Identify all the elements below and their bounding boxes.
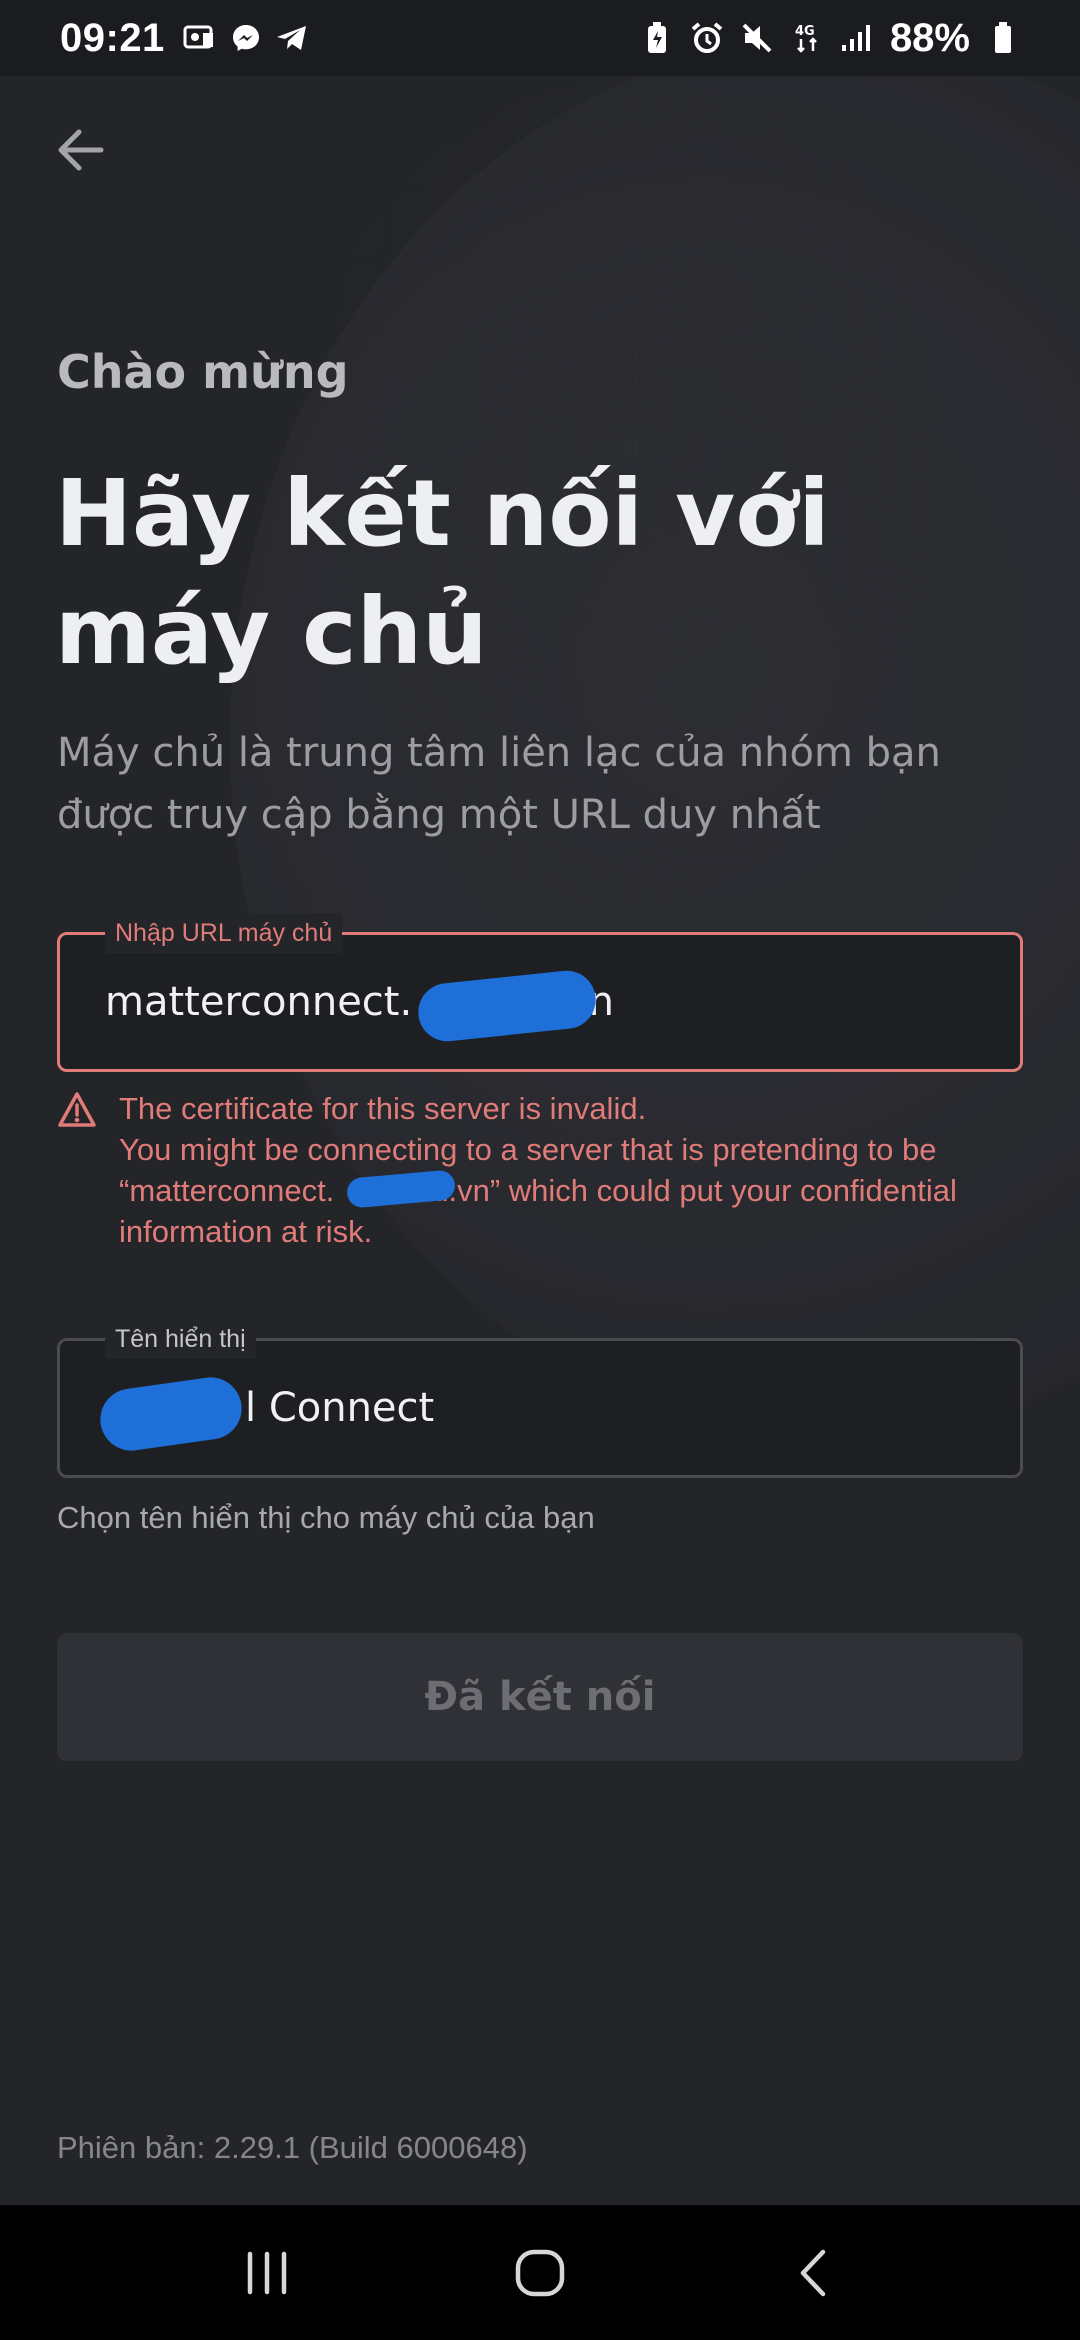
page-title: Hãy kết nối với máy chủ xyxy=(55,455,955,691)
system-back-button[interactable] xyxy=(758,2218,868,2328)
app-screen: 09:21 4G 88% Chào mừng Hãy kết nối với m… xyxy=(0,0,1080,2340)
home-icon xyxy=(515,2249,565,2296)
home-button[interactable] xyxy=(485,2218,595,2328)
warning-icon xyxy=(57,1091,97,1131)
display-name-helper: Chọn tên hiển thị cho máy chủ của bạn xyxy=(57,1500,595,1535)
recent-apps-button[interactable] xyxy=(212,2218,322,2328)
error-line-4: information at risk. xyxy=(119,1214,373,1249)
network-4g-icon: 4G xyxy=(790,21,824,55)
svg-text:4G: 4G xyxy=(795,24,815,39)
page-title-line-2: máy chủ xyxy=(55,578,488,685)
certificate-error: The certificate for this server is inval… xyxy=(57,1088,1037,1252)
navigation-bar xyxy=(0,2205,1080,2340)
server-url-field[interactable]: Nhập URL máy chủ matterconnect..vn xyxy=(57,913,1023,1072)
error-line-3-suffix: al.vn” which could put your confidential xyxy=(424,1173,957,1208)
messenger-icon xyxy=(229,21,263,55)
system-status-icons: 4G 88% xyxy=(640,16,1020,61)
connect-button[interactable]: Đã kết nối xyxy=(57,1633,1023,1761)
photo-notification-icon xyxy=(183,21,217,55)
telegram-icon xyxy=(275,21,309,55)
chevron-left-icon xyxy=(801,2249,826,2296)
battery-icon xyxy=(986,21,1020,55)
server-url-prefix: matterconnect. xyxy=(105,979,413,1025)
error-line-1: The certificate for this server is inval… xyxy=(119,1091,647,1126)
recent-apps-icon xyxy=(247,2251,286,2294)
battery-percentage: 88% xyxy=(889,15,970,60)
error-message: The certificate for this server is inval… xyxy=(119,1088,957,1252)
battery-saver-icon xyxy=(640,21,674,55)
arrow-left-icon xyxy=(58,129,104,171)
notification-icons xyxy=(183,21,309,55)
error-line-2: You might be connecting to a server that… xyxy=(119,1132,937,1167)
display-name-field[interactable]: Tên hiển thị l Connect xyxy=(57,1319,1023,1478)
page-subtitle: Máy chủ là trung tâm liên lạc của nhóm b… xyxy=(57,730,941,838)
mute-icon xyxy=(740,21,774,55)
error-line-3: “matterconnect. al.vn” which could put yo… xyxy=(119,1169,957,1211)
back-button[interactable] xyxy=(50,120,110,180)
welcome-text: Chào mừng xyxy=(57,345,349,399)
display-name-suffix: l Connect xyxy=(245,1385,435,1431)
error-line-3-prefix: “matterconnect. xyxy=(119,1173,335,1208)
alarm-icon xyxy=(690,21,724,55)
page-title-line-1: Hãy kết nối với xyxy=(55,460,830,567)
app-version: Phiên bản: 2.29.1 (Build 6000648) xyxy=(57,2130,528,2165)
status-time: 09:21 xyxy=(60,15,165,60)
status-bar: 09:21 4G 88% xyxy=(0,0,1080,76)
signal-icon xyxy=(840,21,874,55)
